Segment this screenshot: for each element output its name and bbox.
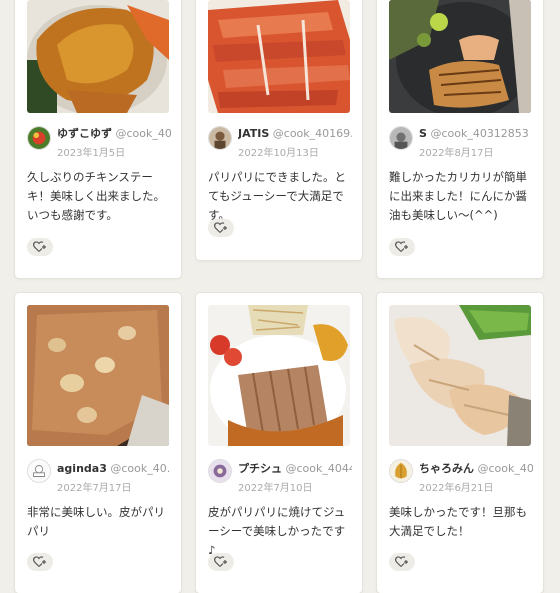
post-photo[interactable]: [208, 305, 350, 446]
like-button[interactable]: [27, 553, 53, 571]
post-comment: 難しかったカリカリが簡単に出来ました！にんにか醤油も美味しい〜(^^): [389, 170, 527, 222]
user-handle: @cook_40...: [115, 127, 172, 140]
user-name-line[interactable]: ちゃろみん @cook_40...: [419, 462, 533, 476]
heart-plus-icon: [214, 222, 227, 233]
avatar[interactable]: [208, 459, 232, 483]
heart-plus-icon: [33, 556, 46, 567]
post-card[interactable]: プチシュ @cook_4044... 2022年7月10日 皮がパリパリに焼けて…: [196, 293, 362, 593]
username: プチシュ: [238, 462, 282, 475]
username: ゆずこゆず: [57, 127, 112, 140]
heart-plus-icon: [395, 241, 408, 252]
post-photo[interactable]: [389, 0, 531, 113]
like-button[interactable]: [208, 553, 234, 571]
user-handle: @cook_4044...: [285, 462, 353, 475]
user-handle: @cook_40169...: [272, 127, 352, 140]
post-photo[interactable]: [208, 0, 350, 113]
like-button[interactable]: [389, 553, 415, 571]
avatar[interactable]: [27, 126, 51, 150]
user-handle: @cook_40...: [110, 462, 171, 475]
post-card[interactable]: aginda3 @cook_40... 2022年7月17日 非常に美味しい。皮…: [15, 293, 181, 593]
user-name-line[interactable]: S @cook_40312853: [419, 127, 533, 141]
heart-plus-icon: [395, 556, 408, 567]
username: aginda3: [57, 462, 107, 475]
post-card[interactable]: JATIS @cook_40169... 2022年10月13日 パリパリにでき…: [196, 0, 362, 260]
username: ちゃろみん: [419, 462, 474, 475]
heart-plus-icon: [33, 241, 46, 252]
like-button[interactable]: [27, 238, 53, 256]
post-photo[interactable]: [389, 305, 531, 446]
user-name-line[interactable]: ゆずこゆず @cook_40...: [57, 127, 171, 141]
post-comment: 皮がパリパリに焼けてジューシーで美味しかったです♪: [208, 505, 346, 557]
post-card[interactable]: ちゃろみん @cook_40... 2022年6月21日 美味しかったです！旦那…: [377, 293, 543, 593]
post-comment: 美味しかったです！旦那も大満足でした！: [389, 505, 527, 538]
post-card[interactable]: ゆずこゆず @cook_40... 2023年1月5日 久しぶりのチキンステーキ…: [15, 0, 181, 278]
avatar[interactable]: [27, 459, 51, 483]
post-date: 2022年10月13日: [238, 148, 319, 159]
post-card[interactable]: S @cook_40312853 2022年8月17日 難しかったカリカリが簡単…: [377, 0, 543, 278]
user-name-line[interactable]: プチシュ @cook_4044...: [238, 462, 352, 476]
username: S: [419, 127, 427, 140]
post-date: 2022年8月17日: [419, 148, 494, 159]
user-handle: @cook_40...: [477, 462, 534, 475]
username: JATIS: [238, 127, 270, 140]
like-button[interactable]: [208, 219, 234, 237]
avatar[interactable]: [389, 459, 413, 483]
user-handle: @cook_40312853: [430, 127, 529, 140]
post-photo[interactable]: [27, 305, 169, 446]
post-date: 2022年7月17日: [57, 483, 132, 494]
post-comment: 非常に美味しい。皮がパリパリ: [27, 505, 165, 538]
avatar[interactable]: [208, 126, 232, 150]
post-comment: 久しぶりのチキンステーキ！美味しく出来ました。いつも感謝です。: [27, 170, 165, 222]
like-button[interactable]: [389, 238, 415, 256]
post-date: 2022年7月10日: [238, 483, 313, 494]
post-comment: パリパリにできました。とてもジューシーで大満足です。: [208, 170, 346, 222]
post-photo[interactable]: [27, 0, 169, 113]
user-name-line[interactable]: aginda3 @cook_40...: [57, 462, 171, 476]
post-date: 2022年6月21日: [419, 483, 494, 494]
heart-plus-icon: [214, 556, 227, 567]
user-name-line[interactable]: JATIS @cook_40169...: [238, 127, 352, 141]
avatar[interactable]: [389, 126, 413, 150]
post-date: 2023年1月5日: [57, 148, 126, 159]
